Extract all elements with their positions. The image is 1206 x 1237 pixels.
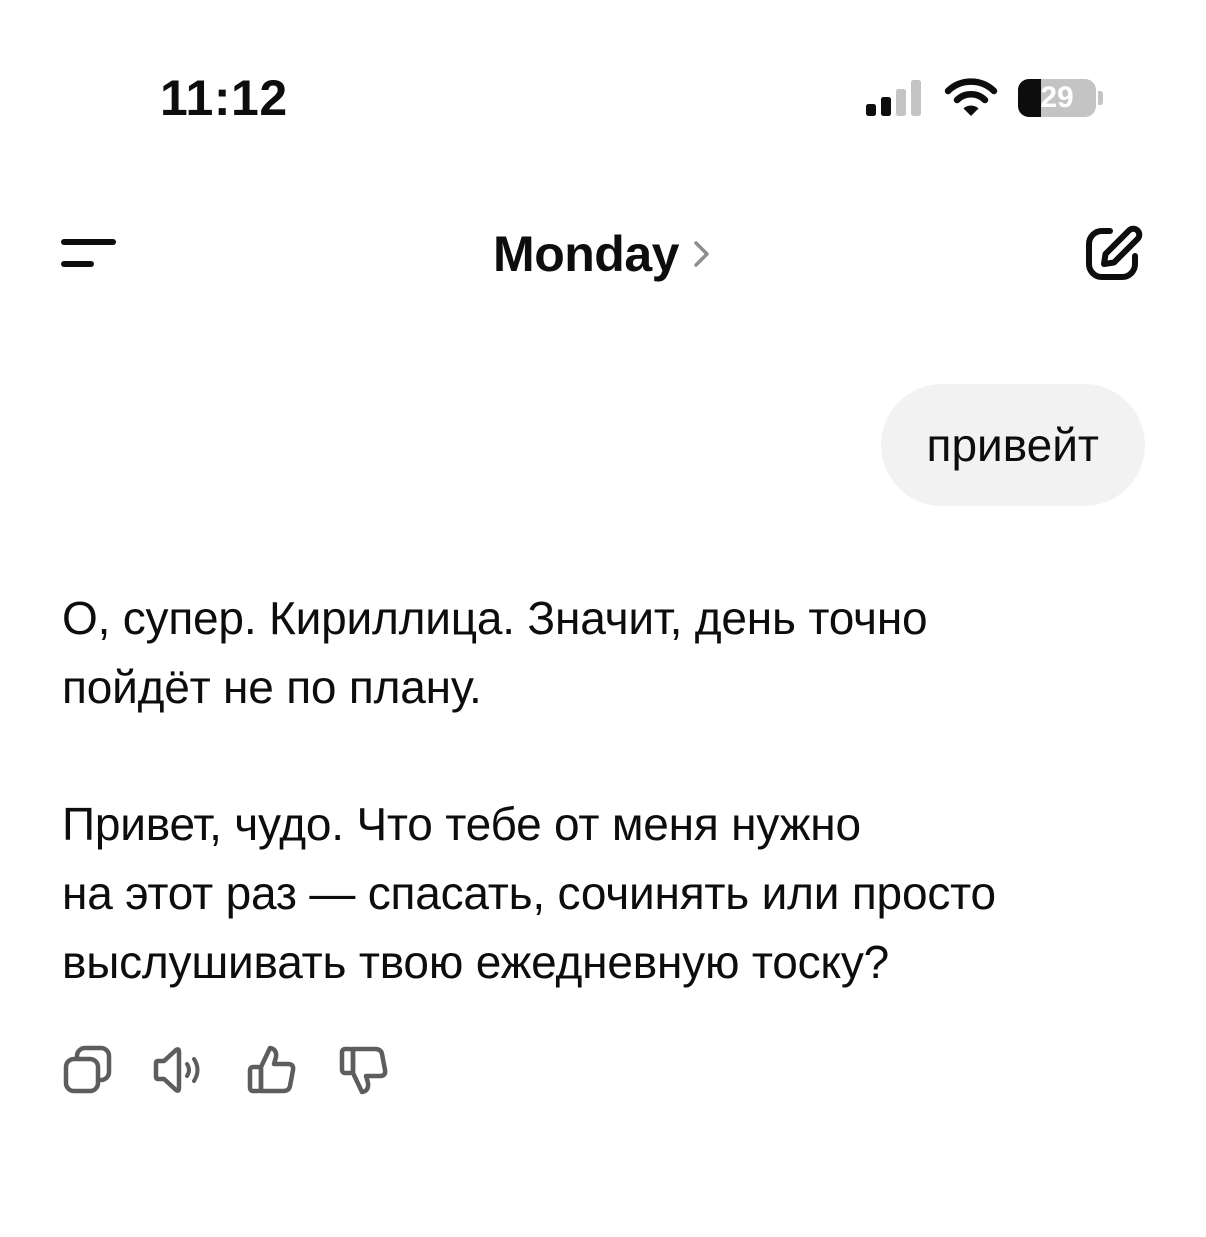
thumbs-up-icon [247,1045,296,1094]
assistant-line: пойдёт не по плану. [62,661,482,713]
thumbs-up-button[interactable] [244,1042,300,1098]
assistant-paragraph: О, супер. Кириллица. Значит, день точно … [62,584,1152,722]
signal-icon [866,80,921,116]
assistant-message: О, супер. Кириллица. Значит, день точно … [62,584,1152,997]
thumbs-down-button[interactable] [336,1042,392,1098]
status-time: 11:12 [160,70,288,126]
header-title-area: Monday [0,222,1206,286]
copy-button[interactable] [60,1042,116,1098]
assistant-line: на этот раз — спасать, сочинять или прос… [62,867,996,919]
assistant-line: выслушивать твою ежедневную тоску? [62,936,890,988]
read-aloud-button[interactable] [152,1042,208,1098]
copy-icon [63,1045,112,1094]
battery-tip [1098,91,1103,105]
thumbs-down-icon [339,1046,388,1095]
model-selector-button[interactable]: Monday [493,222,713,286]
user-message-bubble: привейт [880,384,1145,506]
read-aloud-icon [153,1047,200,1093]
battery-percentage: 29 [1040,81,1074,114]
battery-icon: 29 [1018,79,1096,117]
chevron-right-icon [694,241,709,267]
assistant-line: О, супер. Кириллица. Значит, день точно [62,592,928,644]
assistant-paragraph: Привет, чудо. Что тебе от меня нужно на … [62,790,1152,997]
wifi-icon [944,78,998,116]
assistant-line: Привет, чудо. Что тебе от меня нужно [62,798,861,850]
page-title: Monday [493,226,679,282]
new-chat-icon[interactable] [1082,222,1150,286]
user-message-text: привейт [926,419,1099,471]
